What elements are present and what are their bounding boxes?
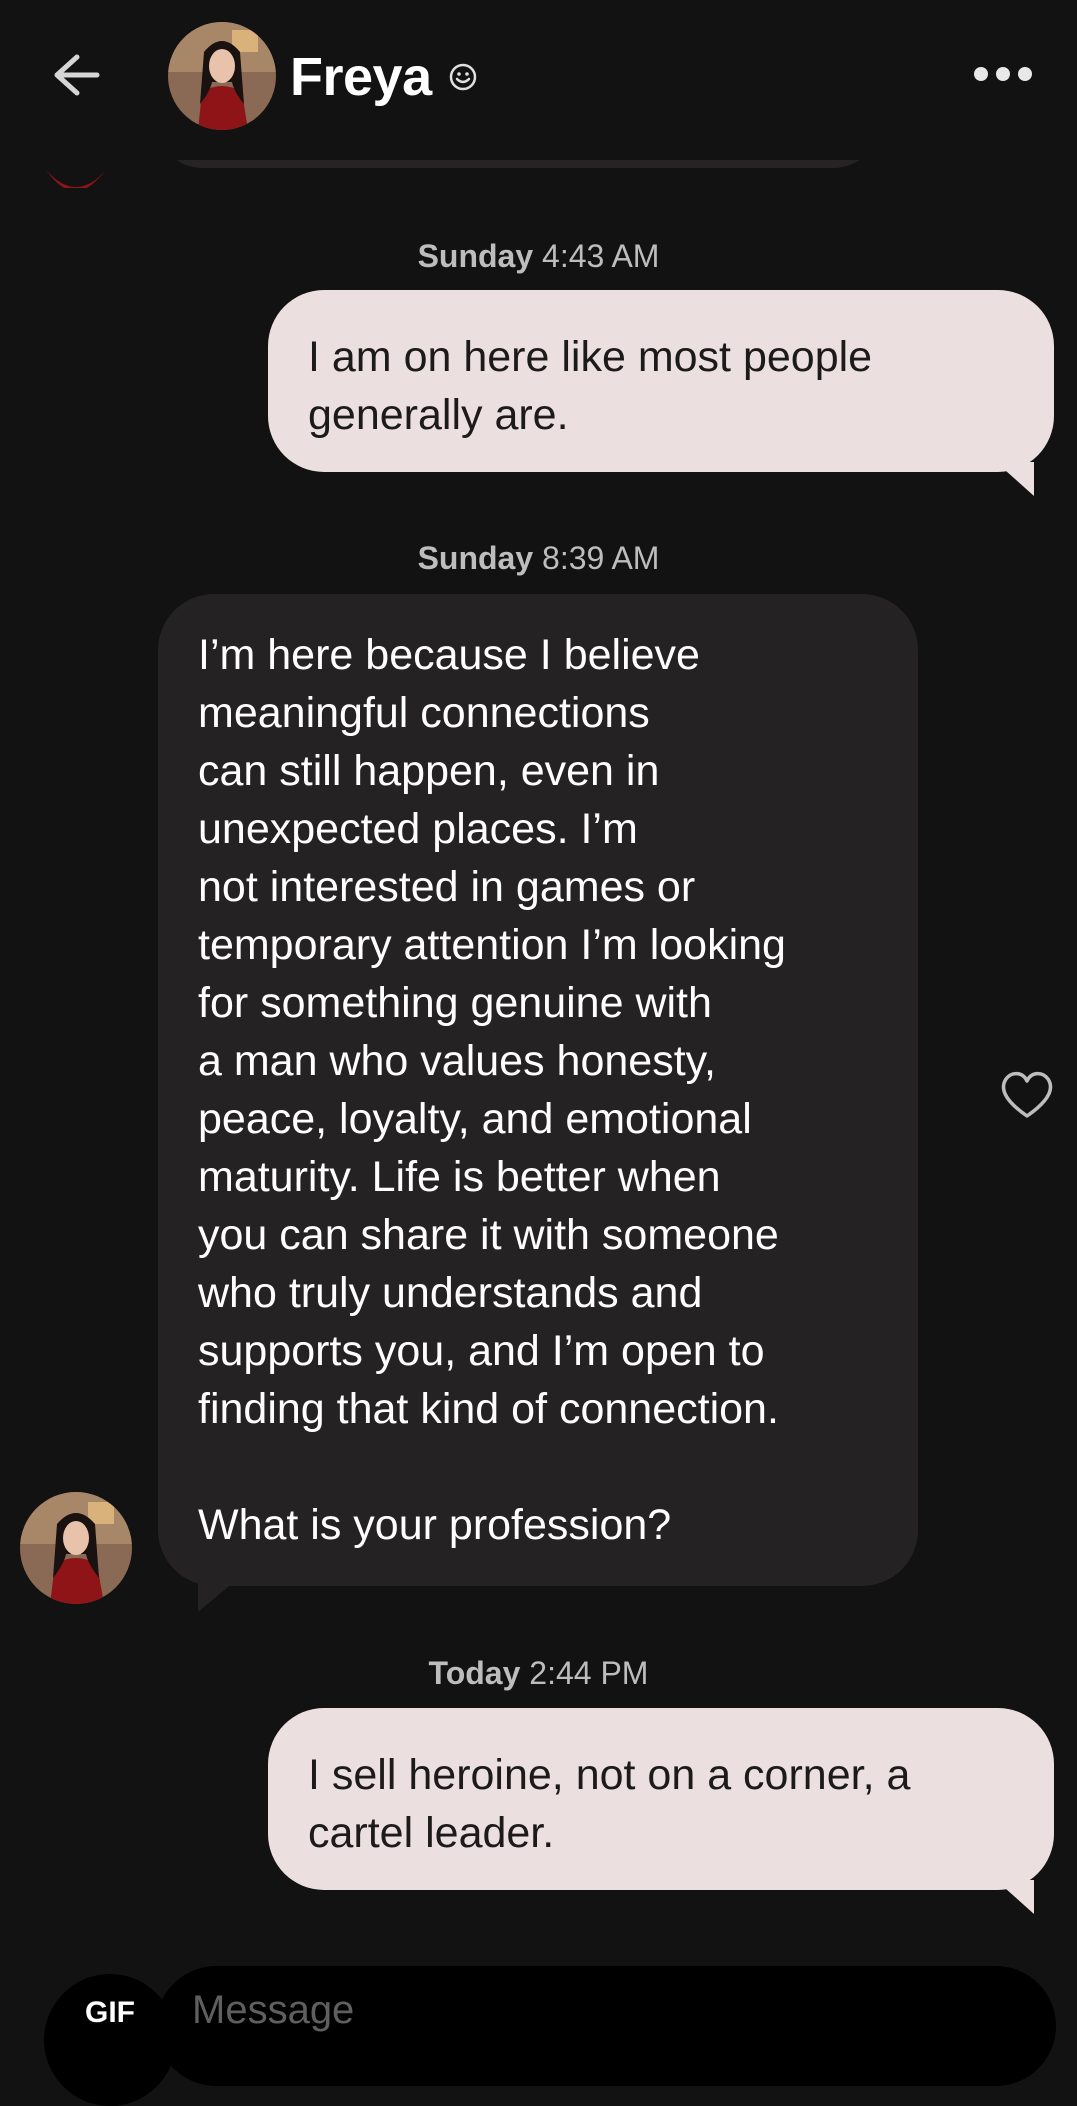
- avatar-photo: [168, 22, 276, 130]
- sent-message-bubble[interactable]: I am on here like most people generally …: [268, 290, 1054, 472]
- received-message-bubble[interactable]: I’m here because I believe meaningful co…: [158, 594, 918, 1586]
- sender-avatar[interactable]: [20, 1492, 132, 1604]
- more-horizontal-icon: [974, 67, 988, 81]
- arrow-left-icon: [54, 54, 100, 96]
- message-timestamp: Sunday 8:39 AM: [417, 540, 660, 576]
- avatar-photo: [20, 1492, 132, 1604]
- sent-message-bubble[interactable]: I sell heroine, not on a corner, a carte…: [268, 1708, 1054, 1890]
- gif-button[interactable]: GIF: [44, 1974, 176, 2106]
- more-options-button[interactable]: [968, 56, 1038, 92]
- like-message-button[interactable]: [998, 1068, 1056, 1122]
- message-timestamp: Today 2:44 PM: [428, 1655, 649, 1691]
- contact-name[interactable]: Freya: [290, 46, 432, 108]
- back-button[interactable]: [40, 45, 110, 105]
- message-timestamp: Sunday 4:43 AM: [417, 238, 660, 274]
- heart-icon: [1001, 1071, 1053, 1118]
- message-input-placeholder: Message: [192, 1988, 355, 2032]
- chat-header: Freya: [0, 0, 1077, 160]
- verified-face-icon: [449, 63, 477, 91]
- contact-avatar[interactable]: [168, 22, 276, 130]
- message-composer: GIF Message: [0, 1950, 1077, 2106]
